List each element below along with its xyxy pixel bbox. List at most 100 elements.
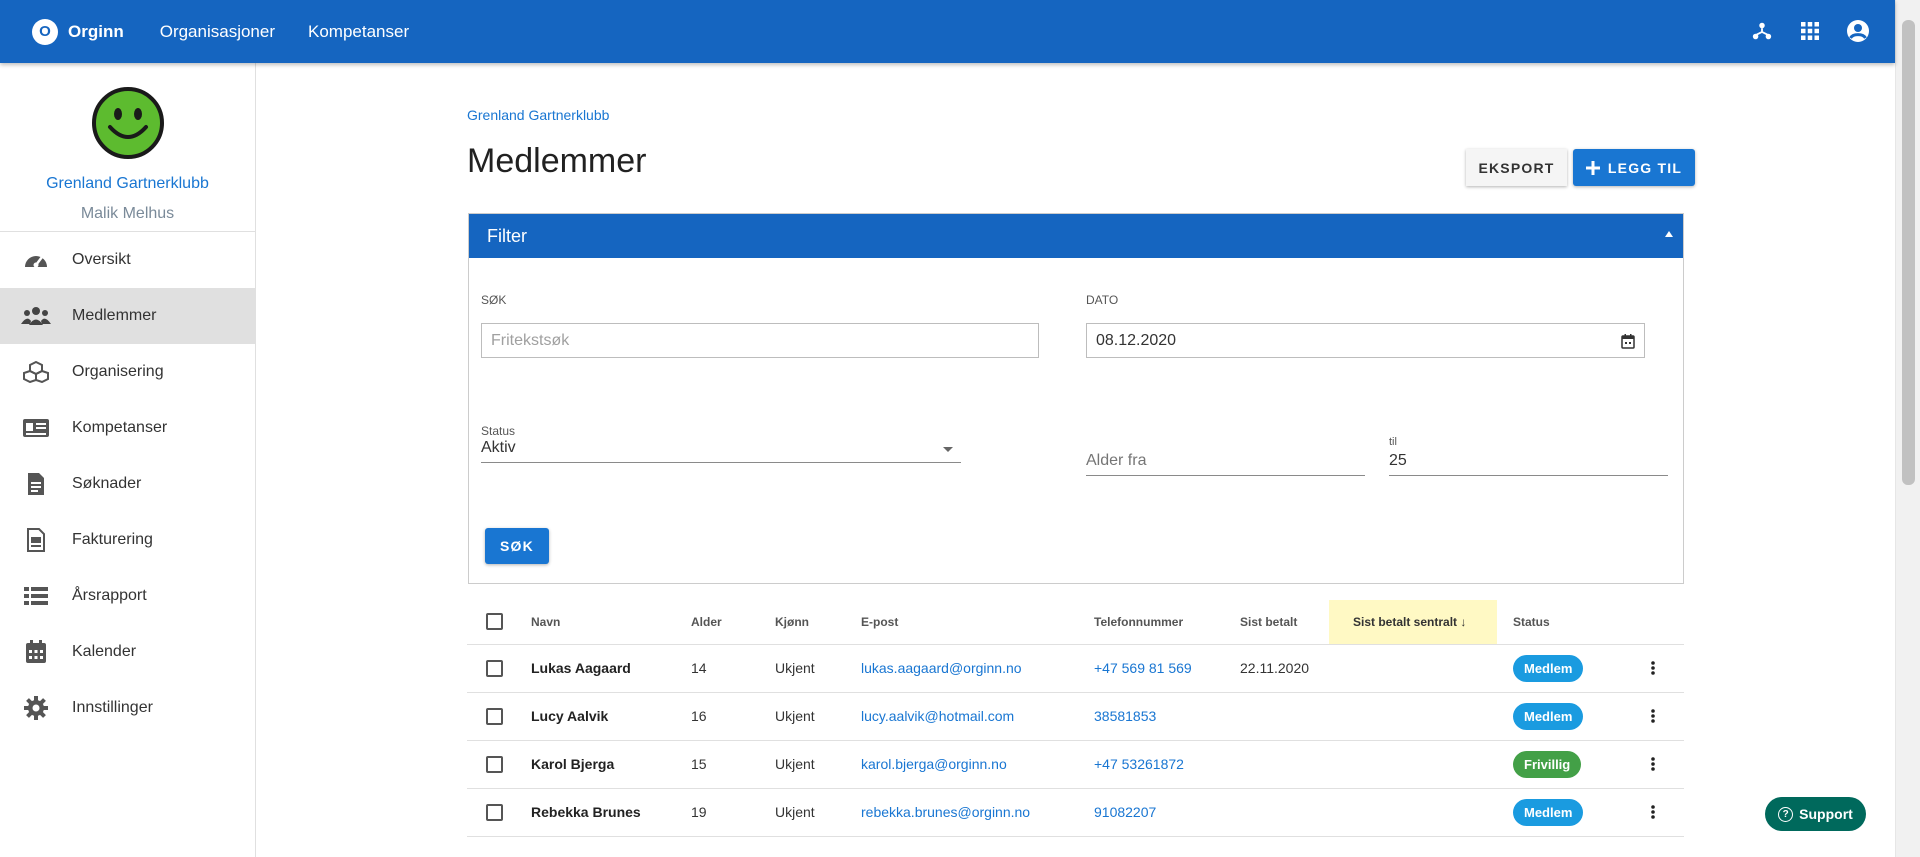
row-checkbox[interactable]	[486, 803, 503, 821]
search-label: SØK	[481, 293, 507, 307]
cell-last-paid	[1240, 740, 1329, 789]
smiley-avatar-icon	[91, 87, 164, 159]
cell-phone-link[interactable]: +47 53261872	[1094, 756, 1184, 772]
sidebar-item-medlemmer[interactable]: Medlemmer	[0, 288, 255, 344]
brand-logo[interactable]: O Orginn	[32, 18, 124, 45]
cell-last-paid-central	[1329, 692, 1497, 741]
search-input[interactable]: Fritekstsøk	[481, 323, 1039, 358]
sidebar-item-fakturering[interactable]: Fakturering	[0, 512, 255, 568]
sidebar-item-label: Medlemmer	[72, 307, 157, 324]
cell-name: Lucy Aalvik	[531, 692, 691, 741]
table-row[interactable]: Lucy Aalvik 16 Ukjent lucy.aalvik@hotmai…	[467, 692, 1684, 741]
top-nav: Organisasjoner Kompetanser	[160, 22, 442, 42]
status-badge: Medlem	[1513, 702, 1584, 730]
dashboard-icon	[0, 249, 72, 271]
col-sist-betalt-sentralt[interactable]: Sist betalt sentralt ↓	[1329, 600, 1497, 645]
search-button[interactable]: SØK	[485, 528, 549, 564]
filter-panel: Filter SØK Fritekstsøk DATO 08.12.2020 S…	[468, 213, 1684, 584]
collapse-caret-icon[interactable]	[1665, 231, 1673, 237]
col-navn[interactable]: Navn	[531, 600, 691, 645]
cell-name: Lukas Aagaard	[531, 644, 691, 693]
add-member-button[interactable]: LEGG TIL	[1573, 149, 1695, 186]
table-row[interactable]: Rebekka Brunes 19 Ukjent rebekka.brunes@…	[467, 788, 1684, 837]
cell-last-paid-central	[1329, 644, 1497, 693]
select-all-checkbox[interactable]	[486, 613, 503, 631]
status-badge: Frivillig	[1513, 750, 1582, 778]
top-icons	[1727, 18, 1871, 44]
apps-grid-icon[interactable]	[1797, 18, 1823, 44]
account-circle-icon[interactable]	[1845, 18, 1871, 44]
age-from-input[interactable]: Alder fra	[1086, 452, 1365, 476]
age-to-input[interactable]: 25	[1389, 452, 1668, 476]
cell-age: 19	[691, 788, 775, 837]
sidebar-item-oversikt[interactable]: Oversikt	[0, 232, 255, 288]
export-button[interactable]: EKSPORT	[1466, 149, 1567, 186]
date-input[interactable]: 08.12.2020	[1086, 323, 1645, 358]
sidebar-item-arsrapport[interactable]: Årsrapport	[0, 568, 255, 624]
sidebar-item-innstillinger[interactable]: Innstillinger	[0, 680, 255, 736]
plus-icon	[1585, 160, 1600, 175]
filter-header[interactable]: Filter	[469, 214, 1683, 258]
top-app-bar: O Orginn Organisasjoner Kompetanser	[0, 0, 1895, 63]
sidebar-item-label: Innstillinger	[72, 699, 153, 716]
help-icon: ?	[1778, 806, 1794, 822]
date-label: DATO	[1086, 293, 1119, 307]
sidebar-user-name: Malik Melhus	[80, 205, 175, 222]
table-row[interactable]: Lukas Aagaard 14 Ukjent lukas.aagaard@or…	[467, 644, 1684, 693]
support-button[interactable]: ? Support	[1765, 797, 1866, 831]
topnav-kompetanser[interactable]: Kompetanser	[308, 22, 409, 42]
topnav-organisasjoner[interactable]: Organisasjoner	[160, 22, 275, 42]
sidebar-org-name[interactable]: Grenland Gartnerklubb	[0, 175, 255, 193]
status-badge: Medlem	[1513, 798, 1584, 826]
table-row[interactable]: Karol Bjerga 15 Ukjent karol.bjerga@orgi…	[467, 740, 1684, 789]
row-checkbox[interactable]	[486, 659, 503, 677]
scrollbar-thumb[interactable]	[1902, 20, 1915, 485]
sidebar-item-kalender[interactable]: Kalender	[0, 624, 255, 680]
cubes-icon	[0, 361, 72, 383]
list-icon	[0, 586, 72, 606]
cell-last-paid-central	[1329, 788, 1497, 837]
add-member-label: LEGG TIL	[1607, 159, 1683, 176]
status-badge: Medlem	[1513, 654, 1584, 682]
cell-email-link[interactable]: karol.bjerga@orginn.no	[861, 756, 1007, 772]
cell-phone-link[interactable]: 91082207	[1094, 804, 1156, 820]
orginn-logo-icon: O	[32, 18, 58, 45]
status-select[interactable]: Aktiv	[481, 439, 961, 463]
cell-phone-link[interactable]: +47 569 81 569	[1094, 660, 1192, 676]
document-icon	[0, 472, 72, 496]
invoice-icon	[0, 528, 72, 552]
cell-last-paid-central	[1329, 740, 1497, 789]
sidebar-item-organisering[interactable]: Organisering	[0, 344, 255, 400]
col-status[interactable]: Status	[1497, 600, 1622, 645]
more-vert-icon[interactable]	[1622, 709, 1684, 723]
row-checkbox[interactable]	[486, 755, 503, 773]
cell-email-link[interactable]: rebekka.brunes@orginn.no	[861, 804, 1030, 820]
cell-name: Rebekka Brunes	[531, 788, 691, 837]
col-sist-betalt-sentralt-label: Sist betalt sentralt	[1353, 614, 1458, 629]
cell-last-paid	[1240, 692, 1329, 741]
sidebar-item-kompetanser[interactable]: Kompetanser	[0, 400, 255, 456]
cell-email-link[interactable]: lucy.aalvik@hotmail.com	[861, 708, 1014, 724]
cell-gender: Ukjent	[775, 740, 861, 789]
col-sist-betalt[interactable]: Sist betalt	[1240, 600, 1329, 645]
calendar-picker-icon[interactable]	[1621, 334, 1635, 349]
cell-last-paid: 22.11.2020	[1240, 644, 1329, 693]
status-value: Aktiv	[481, 439, 516, 456]
row-checkbox[interactable]	[486, 707, 503, 725]
col-kjonn[interactable]: Kjønn	[775, 600, 861, 645]
col-epost[interactable]: E-post	[861, 600, 1094, 645]
sidebar-item-label: Kompetanser	[72, 419, 168, 436]
hierarchy-icon[interactable]	[1749, 18, 1775, 44]
breadcrumb[interactable]: Grenland Gartnerklubb	[467, 107, 609, 123]
more-vert-icon[interactable]	[1622, 757, 1684, 771]
cell-phone-link[interactable]: 38581853	[1094, 708, 1156, 724]
col-alder[interactable]: Alder	[691, 600, 775, 645]
cell-email-link[interactable]: lukas.aagaard@orginn.no	[861, 660, 1022, 676]
sidebar-item-soknader[interactable]: Søknader	[0, 456, 255, 512]
more-vert-icon[interactable]	[1622, 805, 1684, 819]
page-scrollbar[interactable]	[1895, 0, 1920, 857]
col-telefon[interactable]: Telefonnummer	[1094, 600, 1240, 645]
date-value: 08.12.2020	[1096, 331, 1177, 349]
more-vert-icon[interactable]	[1622, 661, 1684, 675]
cell-last-paid	[1240, 788, 1329, 837]
